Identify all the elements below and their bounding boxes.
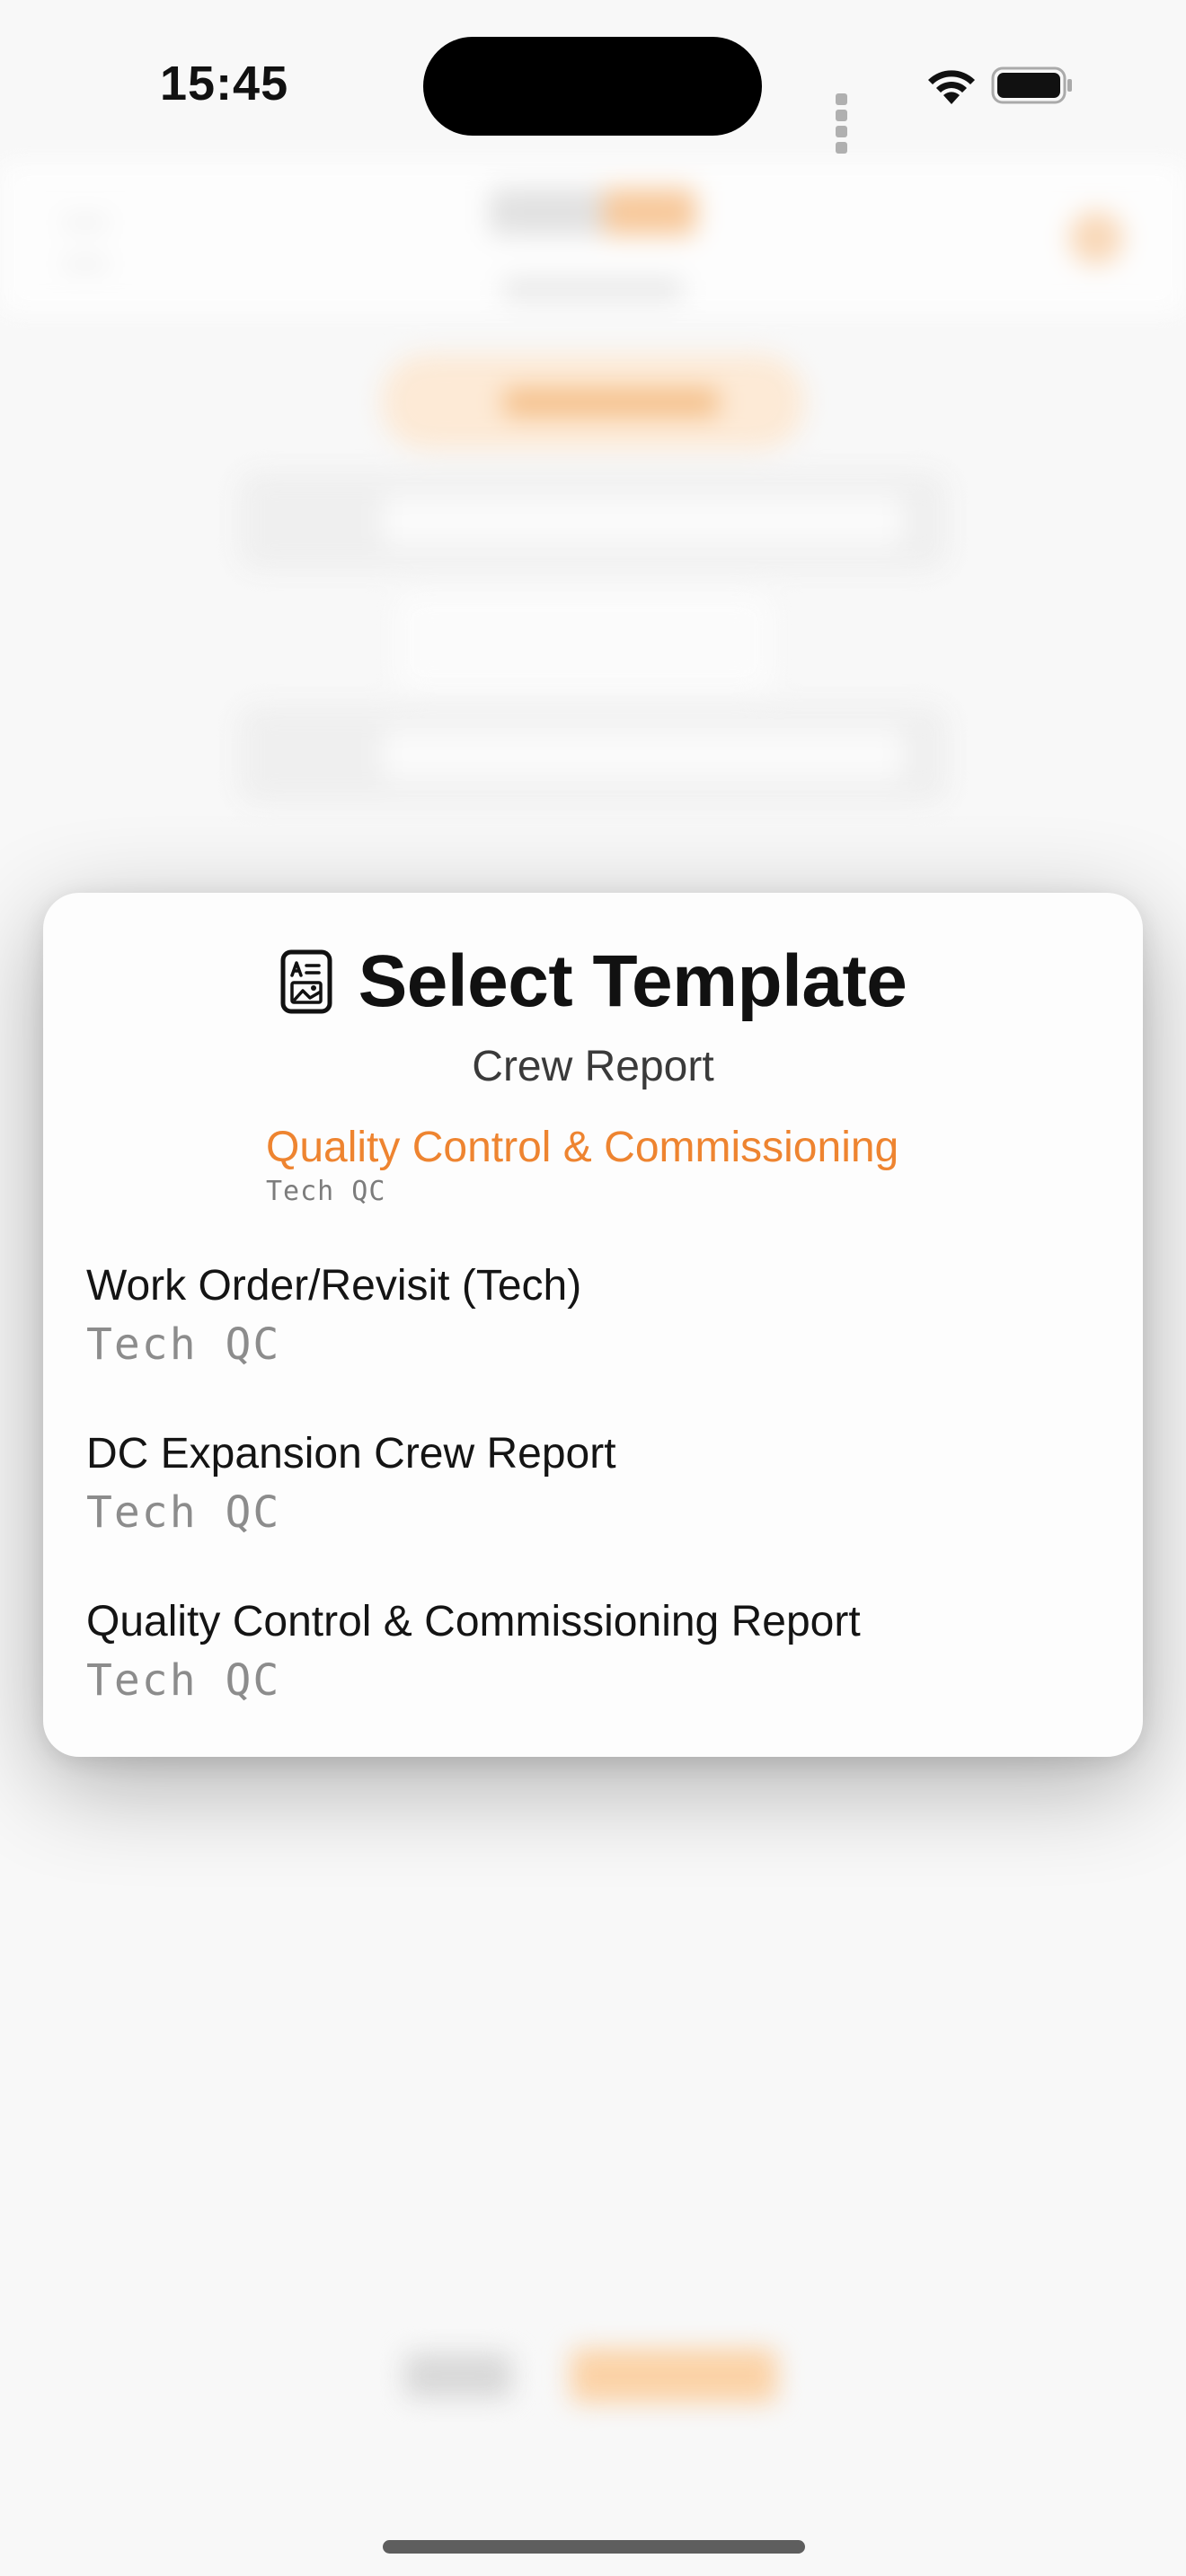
template-option-name: DC Expansion Crew Report xyxy=(86,1430,616,1478)
modal-subtitle: Crew Report xyxy=(472,1043,714,1090)
modal-header: Select Template xyxy=(43,940,1143,1024)
background-select-button xyxy=(571,2349,777,2403)
select-template-modal: Select Template Crew Report Quality Cont… xyxy=(43,893,1143,1757)
dynamic-island xyxy=(423,37,762,136)
template-option-name: Work Order/Revisit (Tech) xyxy=(86,1262,582,1310)
app-logo-subtitle xyxy=(503,278,683,300)
cellular-signal-icon xyxy=(836,93,852,158)
template-option-work-order[interactable]: Work Order/Revisit (Tech) Tech QC xyxy=(86,1261,1100,1405)
template-option-code: Tech QC xyxy=(86,1487,281,1538)
background-field xyxy=(395,593,773,692)
battery-icon xyxy=(991,66,1072,104)
header-action-pill xyxy=(382,355,804,449)
status-time: 15:45 xyxy=(160,57,289,110)
template-option-qc-commissioning[interactable]: Quality Control & Commissioning Report T… xyxy=(86,1597,1100,1741)
current-template-code: Tech QC xyxy=(266,1176,386,1207)
document-template-icon xyxy=(280,949,332,1014)
wifi-icon xyxy=(928,70,975,104)
template-option-code: Tech QC xyxy=(86,1655,281,1706)
profile-icon xyxy=(1069,211,1123,265)
background-card xyxy=(238,705,948,804)
menu-icon xyxy=(63,220,108,267)
template-option-name: Quality Control & Commissioning Report xyxy=(86,1598,861,1645)
background-card xyxy=(238,472,948,570)
current-template[interactable]: Quality Control & Commissioning Tech QC xyxy=(266,1123,898,1207)
app-logo xyxy=(490,189,696,235)
background-cancel-button xyxy=(404,2353,512,2398)
template-option-code: Tech QC xyxy=(86,1319,281,1370)
home-indicator[interactable] xyxy=(383,2540,805,2554)
current-template-name: Quality Control & Commissioning xyxy=(266,1124,899,1171)
modal-title: Select Template xyxy=(358,940,907,1022)
template-option-dc-expansion[interactable]: DC Expansion Crew Report Tech QC xyxy=(86,1429,1100,1573)
